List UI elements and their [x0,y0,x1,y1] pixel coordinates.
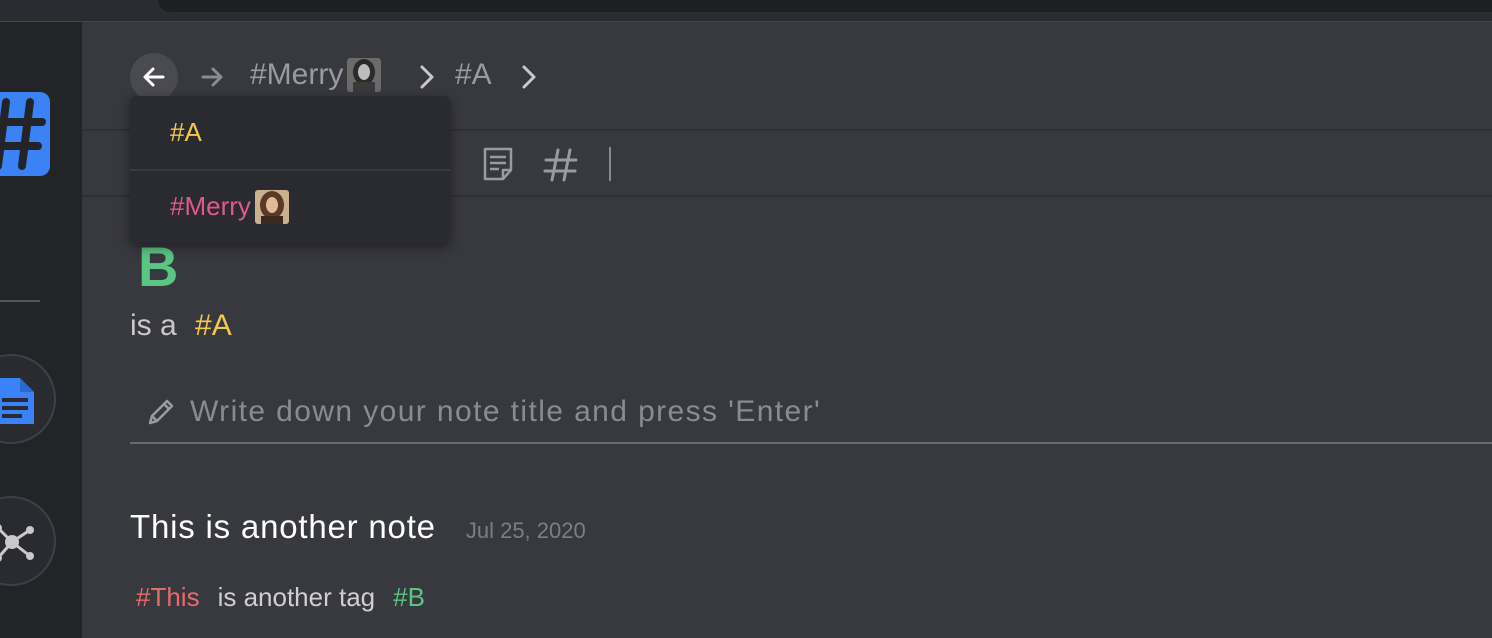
dropdown-item-label: #A [170,117,202,147]
toolbar-separator [609,147,611,181]
note-title: B [138,235,179,298]
graph-nav-button[interactable] [0,496,56,586]
main-panel: #Merry #A #A #Merry B is a #A Write down… [82,22,1492,638]
window-top-bar [0,0,1492,22]
list-item-date: Jul 25, 2020 [465,518,586,543]
sidebar [0,22,82,638]
chevron-right-icon [522,65,536,89]
list-item-title[interactable]: This is another note [130,508,436,546]
back-button[interactable] [130,53,178,101]
hashtag-icon[interactable] [542,146,580,184]
tag-this-link[interactable]: #This [136,582,200,613]
notes-icon [0,378,34,424]
forward-button[interactable] [188,53,236,101]
dropdown-item-merry[interactable]: #Merry [130,169,450,242]
pencil-icon [148,399,174,425]
notes-nav-button[interactable] [0,354,56,444]
tag-b-link[interactable]: #B [393,582,425,613]
avatar [254,189,289,224]
note-description: is a #A [130,309,232,343]
dropdown-item-label: #Merry [170,191,251,221]
dropdown-item-a[interactable]: #A [130,96,450,169]
history-dropdown: #A #Merry [130,96,450,243]
arrow-right-icon [201,67,223,87]
list-item-text: is another tag [217,582,376,612]
chevron-right-icon [420,65,434,89]
breadcrumb-item-a[interactable]: #A [455,58,492,92]
avatar [347,58,382,92]
hash-logo-icon[interactable] [0,92,50,176]
breadcrumb-nav: #Merry #A #A #Merry [82,22,1492,243]
graph-icon [0,524,34,562]
breadcrumb-label: #Merry [250,58,344,91]
list-item-content: #This is another tag #B [136,582,425,613]
note-title-input[interactable] [190,395,1492,429]
note-title-composer [130,382,1492,444]
list-item[interactable]: This is another note Jul 25, 2020 [130,508,586,546]
sidebar-divider [0,300,40,302]
document-icon[interactable] [480,146,516,182]
breadcrumb-label: #A [455,58,492,91]
window-top-bar-inner [158,0,1492,12]
note-description-text: is a [130,309,177,342]
tag-a-link[interactable]: #A [195,309,232,342]
breadcrumb-item-merry[interactable]: #Merry [250,58,382,92]
arrow-left-icon [143,67,165,87]
